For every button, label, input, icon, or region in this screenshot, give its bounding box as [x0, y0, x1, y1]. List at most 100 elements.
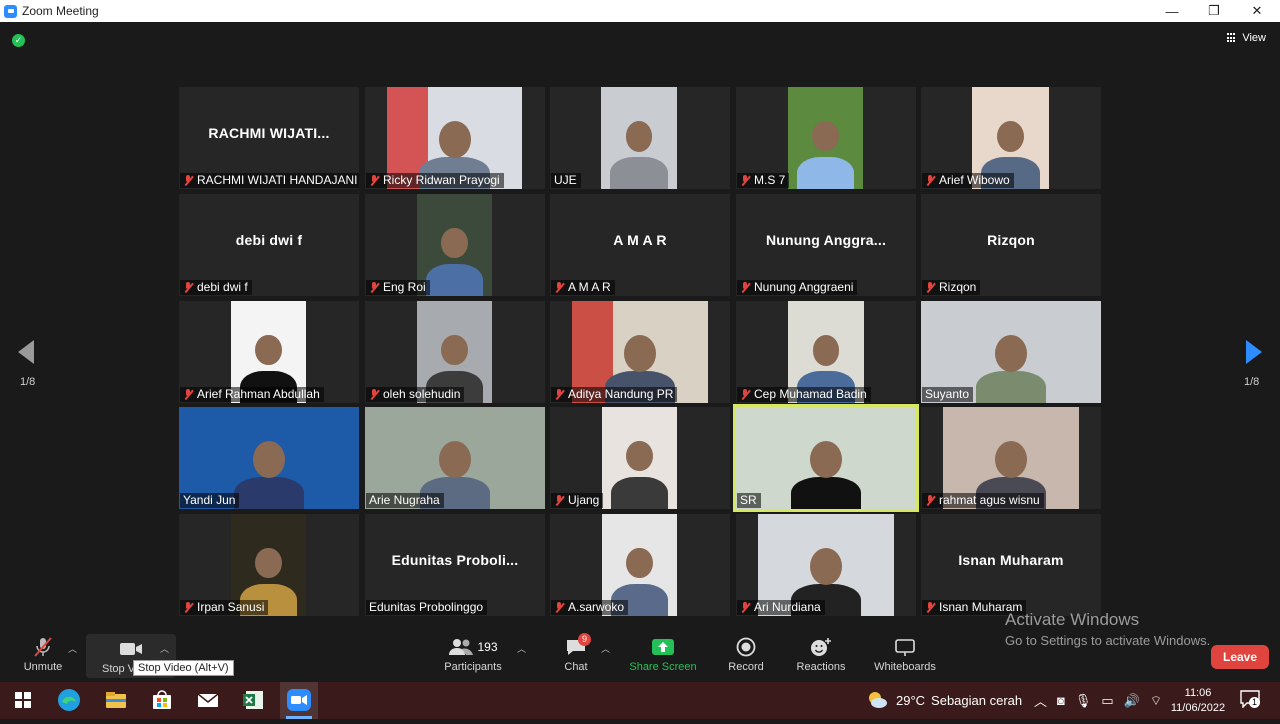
participant-head: [255, 335, 282, 366]
clock-date: 11/06/2022: [1170, 701, 1226, 714]
participant-tile[interactable]: Arie Nugraha: [365, 407, 545, 509]
participant-name: Ari Nurdiana: [754, 600, 821, 614]
notification-center[interactable]: 1: [1240, 682, 1261, 719]
participant-head: [995, 441, 1027, 478]
participant-tile[interactable]: Rizqon Rizqon: [921, 194, 1101, 296]
participant-display-name: Nunung Anggra...: [765, 232, 887, 248]
participant-tile[interactable]: oleh solehudin: [365, 301, 545, 403]
tray-chevron-icon[interactable]: ︿: [1034, 691, 1047, 710]
mic-muted-icon: [740, 282, 750, 293]
mic-muted-icon: [925, 175, 935, 186]
participant-tile[interactable]: Yandi Jun: [179, 407, 359, 509]
participant-tile[interactable]: Suyanto: [921, 301, 1101, 403]
chat-options-caret-icon[interactable]: ︿: [601, 642, 610, 655]
audio-options-caret-icon[interactable]: ︿: [68, 642, 77, 655]
excel-icon[interactable]: [240, 687, 266, 713]
minimize-button[interactable]: —: [1150, 0, 1194, 22]
chat-button[interactable]: 9 Chat: [560, 633, 592, 673]
mic-muted-icon: [183, 602, 193, 613]
participant-tile[interactable]: Arief Wibowo: [921, 87, 1101, 189]
whiteboards-button[interactable]: Whiteboards: [870, 636, 940, 673]
participant-head: [441, 335, 468, 366]
video-options-caret-icon[interactable]: ︿: [160, 642, 169, 655]
zoom-taskbar-icon[interactable]: [280, 682, 318, 719]
participant-tile[interactable]: Arief Rahman Abdullah: [179, 301, 359, 403]
participant-tile[interactable]: A.sarwoko: [550, 514, 730, 616]
meet-now-icon[interactable]: ◙: [1057, 693, 1065, 708]
mic-muted-icon: [369, 175, 379, 186]
participant-tile[interactable]: Cep Muhamad Badin: [736, 301, 916, 403]
participant-display-name: debi dwi f: [235, 232, 303, 248]
microphone-icon[interactable]: 🎙: [1075, 693, 1092, 709]
participant-tile[interactable]: Aditya Nandung PR: [550, 301, 730, 403]
participant-tile[interactable]: SR: [733, 404, 919, 512]
participant-tile[interactable]: Ujang: [550, 407, 730, 509]
wifi-icon[interactable]: ⌔: [1150, 693, 1162, 709]
participant-tile[interactable]: RACHMI WIJATI... RACHMI WIJATI HANDAJANI: [179, 87, 359, 189]
mic-muted-icon: [925, 282, 935, 293]
participant-name-label: Cep Muhamad Badin: [737, 387, 871, 402]
close-button[interactable]: ✕: [1235, 0, 1279, 22]
participant-body: [425, 264, 484, 296]
participants-icon: 193: [440, 636, 506, 658]
windows-start-icon[interactable]: [10, 687, 36, 713]
share-screen-button[interactable]: Share Screen: [628, 636, 698, 673]
mic-muted-icon: [740, 175, 750, 186]
participant-tile[interactable]: Irpan Sanusi: [179, 514, 359, 616]
edge-browser-icon[interactable]: [56, 687, 82, 713]
next-page-arrow-icon[interactable]: [1246, 340, 1262, 364]
participant-head: [253, 441, 285, 478]
notification-icon: 1: [1240, 690, 1261, 711]
security-shield-icon[interactable]: ✓: [12, 34, 25, 47]
participants-options-caret-icon[interactable]: ︿: [517, 642, 526, 655]
participant-tile[interactable]: Ricky Ridwan Prayogi: [365, 87, 545, 189]
participant-tile[interactable]: M.S 7: [736, 87, 916, 189]
participant-video: [788, 87, 863, 189]
weather-widget[interactable]: 29°C Sebagian cerah: [866, 682, 1022, 719]
participant-head: [810, 441, 842, 478]
participant-display-name: Isnan Muharam: [958, 552, 1064, 568]
notification-count: 1: [1249, 697, 1261, 708]
participant-tile[interactable]: Edunitas Proboli... Edunitas Probolinggo: [365, 514, 545, 616]
restore-button[interactable]: ❐: [1192, 0, 1236, 22]
participant-tile[interactable]: Eng Roi: [365, 194, 545, 296]
watermark-line-2: Go to Settings to activate Windows.: [1005, 633, 1211, 648]
clock[interactable]: 11:06 11/06/2022: [1170, 682, 1226, 719]
unmute-button[interactable]: Unmute: [18, 636, 68, 673]
record-button[interactable]: Record: [722, 636, 770, 673]
clock-time: 11:06: [1184, 686, 1212, 699]
participants-button[interactable]: 193 Participants: [440, 636, 506, 673]
participant-name: A.sarwoko: [568, 600, 625, 614]
participant-name: oleh solehudin: [383, 387, 461, 401]
battery-icon[interactable]: ▭: [1101, 693, 1113, 709]
reactions-button[interactable]: Reactions: [792, 636, 850, 673]
microsoft-store-icon[interactable]: [149, 687, 175, 713]
participant-body: [609, 157, 669, 189]
windows-taskbar: 29°C Sebagian cerah ︿ ◙ 🎙 ▭ 🔊 ⌔ 11:06 11…: [0, 682, 1280, 719]
participant-tile[interactable]: A M A R A M A R: [550, 194, 730, 296]
participant-tile[interactable]: Ari Nurdiana: [736, 514, 916, 616]
leave-button[interactable]: Leave: [1211, 645, 1269, 669]
participant-tile[interactable]: Isnan Muharam Isnan Muharam: [921, 514, 1101, 616]
view-button[interactable]: View: [1227, 32, 1266, 44]
mic-muted-icon: [183, 175, 193, 186]
participant-tile[interactable]: debi dwi f debi dwi f: [179, 194, 359, 296]
participant-name-label: Suyanto: [922, 387, 974, 402]
participant-name: Rizqon: [939, 280, 977, 294]
volume-icon[interactable]: 🔊: [1124, 693, 1140, 709]
participant-name-label: A M A R: [551, 280, 615, 295]
participant-tile[interactable]: UJE: [550, 87, 730, 189]
mic-muted-icon: [183, 389, 193, 400]
participant-name-label: debi dwi f: [180, 280, 252, 295]
participant-head: [626, 548, 653, 579]
participant-head: [626, 441, 653, 472]
participant-name-label: A.sarwoko: [551, 600, 629, 615]
participants-label: Participants: [444, 661, 502, 673]
previous-page-arrow-icon[interactable]: [18, 340, 34, 364]
participant-tile[interactable]: rahmat agus wisnu: [921, 407, 1101, 509]
participant-head: [625, 121, 653, 152]
mail-icon[interactable]: [195, 687, 221, 713]
participant-tile[interactable]: Nunung Anggra... Nunung Anggraeni: [736, 194, 916, 296]
participant-display-name: Rizqon: [987, 232, 1035, 248]
file-explorer-icon[interactable]: [103, 687, 129, 713]
